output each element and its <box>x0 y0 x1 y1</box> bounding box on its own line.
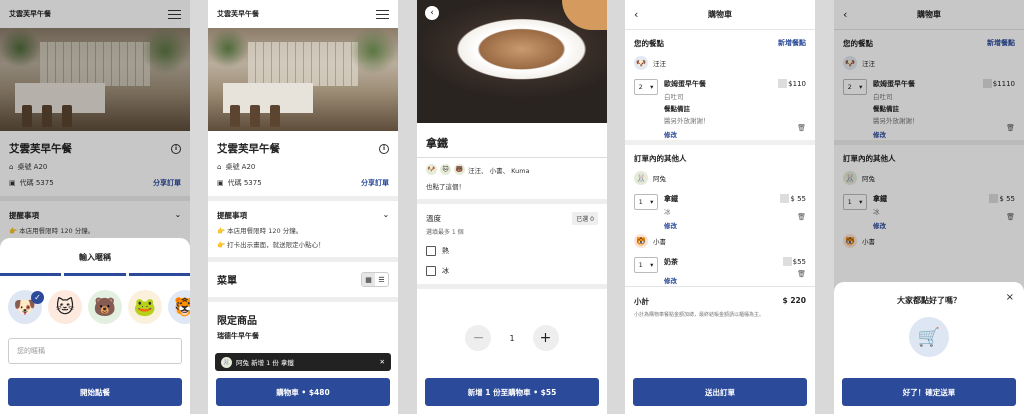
notice-line: 👉 打卡出示畫面，就送限定小點心！ <box>217 241 325 249</box>
screen-nickname: 艾雲芙早午餐 艾雲芙早午餐 i ⌂ 桌號 A20 ▣ 代碼 5375 分享訂單 提醒… <box>0 0 190 414</box>
quantity-select[interactable]: 2 ▾ <box>634 79 658 95</box>
item-name: 拿鐵 <box>417 123 607 158</box>
option-hint: 選填最多 1 個 <box>426 229 464 236</box>
also-ordered: 也點了這個！ <box>426 183 465 191</box>
minus-button[interactable]: − <box>465 325 492 351</box>
avatar-tiger-icon: 🐯 <box>634 234 648 248</box>
order-code: 代碼 5375 <box>227 179 262 187</box>
option-badge: 已選 0 <box>572 212 598 225</box>
avatar-frog[interactable]: 🐸 <box>128 290 162 324</box>
avatar-rabbit-icon: 🐰 <box>634 171 648 185</box>
plus-button[interactable]: + <box>532 325 559 351</box>
list-icon[interactable]: ☰ <box>375 273 388 286</box>
who-ordered: 🐶 🐱 🐻 汪汪、 小書、 Kuma <box>426 164 530 175</box>
person-name: 小書 <box>653 238 666 246</box>
menu-icon[interactable] <box>376 9 389 19</box>
avatar-dog-icon: 🐶 <box>426 164 437 175</box>
avatar-picker: 🐶 🐱 🐻 🐸 🐯 <box>0 276 190 324</box>
back-icon[interactable]: ‹ <box>425 6 439 20</box>
toast-text: 阿兔 新增 1 份 拿鐵 <box>236 359 294 367</box>
line-price: $55 <box>792 257 806 266</box>
coffee-photo: ‹ <box>417 0 607 123</box>
dialog-title: 大家都點好了嗎？ <box>897 296 961 305</box>
screen-confirm: ‹ 購物車 您的餐點 新增餐點 🐶 汪汪 2 ▾ 歐姆蛋早午餐 白吐司 餐點備註 醬另外放謝謝… <box>834 0 1024 414</box>
cart-button[interactable]: 購物車 • $480 <box>216 378 390 406</box>
person-name: 汪汪 <box>653 60 666 68</box>
menu-item[interactable]: 瑞德牛早午餐 <box>208 327 398 341</box>
screen-menu: 艾雲芙早午餐 艾雲芙早午餐 i ⌂ 桌號 A20 ▣ 代碼 5375 分享訂單 提醒… <box>208 0 398 414</box>
cart-icon: 🛒 <box>909 317 949 357</box>
notice-line: 👉 本店用餐限時 120 分鐘。 <box>217 227 303 235</box>
edit-link[interactable]: 修改 <box>664 275 806 285</box>
quantity-stepper: − 1 + <box>417 325 607 351</box>
avatar-cat-icon: 🐱 <box>440 164 451 175</box>
view-toggle[interactable]: ▦ ☰ <box>361 272 389 287</box>
trash-icon[interactable]: 🗑 <box>797 270 806 278</box>
subtotal-label: 小計 <box>634 297 649 306</box>
option-iced[interactable]: 冰 <box>417 256 607 276</box>
avatar-dog-icon: 🐶 <box>634 56 648 70</box>
cart-line-item: 1 ▾ 拿鐵冰修改 $ 55 🗑 <box>625 185 815 230</box>
store-photo <box>208 28 398 131</box>
others-title: 訂單內的其他人 <box>634 154 687 163</box>
toast: 🐰 阿兔 新增 1 份 拿鐵 ✕ <box>215 353 391 371</box>
quantity-select[interactable]: 1 ▾ <box>634 257 658 273</box>
option-title: 溫度 <box>426 214 441 223</box>
quantity-value: 1 <box>509 333 515 343</box>
avatar-bear-icon: 🐻 <box>454 164 465 175</box>
avatar-bear[interactable]: 🐻 <box>88 290 122 324</box>
check-icon: ✓ <box>31 291 44 304</box>
menu-title: 菜單 <box>217 276 237 287</box>
start-order-button[interactable]: 開始點餐 <box>8 378 182 406</box>
edit-link[interactable]: 修改 <box>664 220 806 230</box>
close-icon[interactable]: × <box>1006 292 1014 303</box>
subtotal-note: 小計為購物車餐點金額加總，最終結帳金額請以櫃檯為主。 <box>634 312 765 318</box>
add-items-link[interactable]: 新增餐點 <box>778 38 806 49</box>
avatar-cat[interactable]: 🐱 <box>48 290 82 324</box>
add-to-cart-button[interactable]: 新增 1 份至購物車 • $55 <box>425 378 599 406</box>
line-price: $110 <box>788 79 806 88</box>
checkbox[interactable] <box>426 266 436 276</box>
cart-line-item: 1 ▾ 奶茶 修改 $55 🗑 <box>625 248 815 285</box>
cart-line-item: 2 ▾ 歐姆蛋早午餐 白吐司 餐點備註 醬另外放謝謝！ 修改 $110 🗑 <box>625 70 815 139</box>
sheet-title: 輸入暱稱 <box>79 253 111 262</box>
screen-cart: ‹ 購物車 您的餐點 新增餐點 🐶 汪汪 2 ▾ 歐姆蛋早午餐 白吐司 餐點備註 醬另外放謝謝… <box>625 0 815 414</box>
confirm-dialog: 大家都點好了嗎？ × 🛒 好了！確定送單 <box>834 282 1024 414</box>
nickname-input[interactable]: 您的暱稱 <box>8 338 182 364</box>
subtotal-value: $ 220 <box>782 296 807 305</box>
checkbox[interactable] <box>426 246 436 256</box>
section-title: 限定商品 <box>217 316 257 327</box>
store-name: 艾雲芙早午餐 <box>217 143 280 155</box>
trash-icon[interactable]: 🗑 <box>797 213 806 221</box>
avatar-tiger[interactable]: 🐯 <box>168 290 190 324</box>
screen-item: ‹ 拿鐵 🐶 🐱 🐻 汪汪、 小書、 Kuma 也點了這個！ 溫度 已選 0 選填最多 … <box>417 0 607 414</box>
brand-title: 艾雲芙早午餐 <box>217 10 259 18</box>
share-order-button[interactable]: 分享訂單 <box>361 178 389 188</box>
table-number: 桌號 A20 <box>225 163 256 171</box>
rabbit-icon: 🐰 <box>221 356 232 368</box>
line-price: $ 55 <box>790 194 806 203</box>
nickname-sheet: 輸入暱稱 🐶 🐱 🐻 🐸 🐯 ✓ 您的暱稱 開始點餐 <box>0 238 190 414</box>
close-icon[interactable]: ✕ <box>380 358 385 366</box>
quantity-select[interactable]: 1 ▾ <box>634 194 658 210</box>
option-hot[interactable]: 熱 <box>417 236 607 256</box>
grid-icon[interactable]: ▦ <box>362 273 375 286</box>
person-name: 阿兔 <box>653 175 666 183</box>
cart-title: 購物車 <box>708 10 732 19</box>
edit-link[interactable]: 修改 <box>664 129 806 139</box>
info-icon[interactable]: i <box>379 143 389 154</box>
notice-title: 提醒事項 <box>217 211 247 220</box>
back-icon[interactable]: ‹ <box>634 8 638 21</box>
submit-order-button[interactable]: 送出訂單 <box>633 378 807 406</box>
trash-icon[interactable]: 🗑 <box>797 124 806 132</box>
confirm-submit-button[interactable]: 好了！確定送單 <box>842 378 1016 406</box>
your-items-title: 您的餐點 <box>634 39 664 48</box>
chevron-down-icon[interactable]: ⌄ <box>383 210 389 221</box>
